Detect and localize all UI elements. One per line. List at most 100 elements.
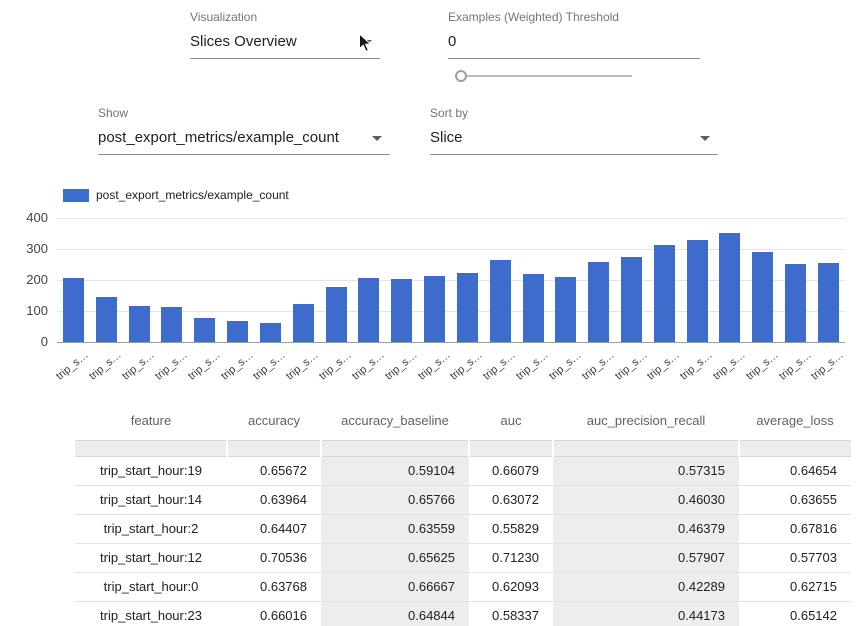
bar[interactable] [523, 274, 544, 342]
chevron-down-icon [372, 136, 382, 141]
bar-slot: trip_s… [582, 218, 615, 342]
bar[interactable] [63, 278, 84, 342]
metric-cell: 0.70536 [227, 543, 321, 572]
metric-cell: 0.57315 [553, 456, 739, 485]
metrics-table: featureaccuracyaccuracy_baselineaucauc_p… [75, 402, 851, 626]
sort-by-dropdown[interactable]: Slice [430, 125, 718, 155]
metric-cell: 0.65625 [321, 543, 469, 572]
metric-cell: 0.57703 [739, 543, 851, 572]
bar[interactable] [785, 264, 806, 342]
metric-cell: 0.65142 [739, 601, 851, 626]
bar-slot: trip_s… [648, 218, 681, 342]
metric-cell: 0.67816 [739, 514, 851, 543]
filter-cell [553, 440, 739, 456]
bar[interactable] [326, 287, 347, 342]
visualization-control: Visualization Slices Overview [190, 10, 380, 59]
table-header-row: featureaccuracyaccuracy_baselineaucauc_p… [75, 402, 851, 440]
feature-cell: trip_start_hour:0 [75, 572, 227, 601]
bar-slot: trip_s… [451, 218, 484, 342]
bar[interactable] [490, 260, 511, 342]
bar[interactable] [96, 297, 117, 342]
bar-slot: trip_s… [254, 218, 287, 342]
bar-slot: trip_s… [221, 218, 254, 342]
column-header[interactable]: auc_precision_recall [553, 402, 739, 440]
y-axis-tick-label: 400 [2, 210, 48, 225]
bar-slot: trip_s… [517, 218, 550, 342]
column-header[interactable]: auc [469, 402, 553, 440]
y-axis: 0100200300400 [2, 218, 48, 342]
table-row: trip_start_hour:00.637680.666670.620930.… [75, 572, 851, 601]
legend-label: post_export_metrics/example_count [96, 188, 289, 202]
metric-cell: 0.42289 [553, 572, 739, 601]
bar[interactable] [129, 306, 150, 342]
bar-slot: trip_s… [155, 218, 188, 342]
visualization-label: Visualization [190, 10, 380, 24]
bar-slot: trip_s… [418, 218, 451, 342]
table-row: trip_start_hour:230.660160.648440.583370… [75, 601, 851, 626]
metric-cell: 0.63768 [227, 572, 321, 601]
bar[interactable] [457, 273, 478, 342]
bar[interactable] [654, 245, 675, 342]
sort-by-value: Slice [430, 129, 463, 146]
bar[interactable] [719, 233, 740, 342]
slider-thumb[interactable] [455, 70, 467, 82]
sort-by-control: Sort by Slice [430, 106, 718, 155]
filter-cell [321, 440, 469, 456]
bar[interactable] [555, 277, 576, 342]
bar[interactable] [687, 240, 708, 342]
metric-cell: 0.64654 [739, 456, 851, 485]
mouse-cursor-icon [358, 33, 373, 54]
bar[interactable] [194, 318, 215, 342]
legend-swatch [63, 189, 89, 202]
filter-cell [469, 440, 553, 456]
bar[interactable] [588, 262, 609, 342]
x-axis-label: trip_s… [783, 349, 846, 404]
bar[interactable] [621, 257, 642, 342]
metric-cell: 0.58337 [469, 601, 553, 626]
metric-cell: 0.46030 [553, 485, 739, 514]
bar[interactable] [752, 252, 773, 342]
bar-slot: trip_s… [287, 218, 320, 342]
metric-cell: 0.65672 [227, 456, 321, 485]
bar[interactable] [293, 304, 314, 342]
column-header[interactable]: accuracy_baseline [321, 402, 469, 440]
bar[interactable] [227, 321, 248, 342]
table-row: trip_start_hour:190.656720.591040.660790… [75, 456, 851, 485]
chart-legend: post_export_metrics/example_count [63, 188, 289, 202]
bar[interactable] [260, 323, 281, 342]
table-row: trip_start_hour:140.639640.657660.630720… [75, 485, 851, 514]
metric-cell: 0.57907 [553, 543, 739, 572]
show-dropdown[interactable]: post_export_metrics/example_count [98, 125, 390, 155]
bar[interactable] [358, 278, 379, 342]
filter-cell [75, 440, 227, 456]
bar-slot: trip_s… [779, 218, 812, 342]
column-header[interactable]: feature [75, 402, 227, 440]
bar[interactable] [424, 276, 445, 342]
metric-cell: 0.63072 [469, 485, 553, 514]
feature-cell: trip_start_hour:2 [75, 514, 227, 543]
threshold-slider[interactable] [455, 69, 632, 83]
visualization-dropdown[interactable]: Slices Overview [190, 29, 380, 59]
table-row: trip_start_hour:120.705360.656250.712300… [75, 543, 851, 572]
y-axis-tick-label: 200 [2, 272, 48, 287]
metric-cell: 0.63964 [227, 485, 321, 514]
filter-cell [227, 440, 321, 456]
column-header[interactable]: average_loss [739, 402, 851, 440]
bar[interactable] [818, 263, 839, 342]
filter-cell [739, 440, 851, 456]
metric-cell: 0.62093 [469, 572, 553, 601]
threshold-input[interactable]: 0 [448, 29, 700, 59]
bar-slot: trip_s… [57, 218, 90, 342]
metric-cell: 0.66016 [227, 601, 321, 626]
metric-cell: 0.55829 [469, 514, 553, 543]
bar[interactable] [161, 307, 182, 342]
bar[interactable] [391, 279, 412, 342]
column-header[interactable]: accuracy [227, 402, 321, 440]
metric-cell: 0.71230 [469, 543, 553, 572]
metric-cell: 0.65766 [321, 485, 469, 514]
bar-slot: trip_s… [123, 218, 156, 342]
table-filter-row [75, 440, 851, 456]
metric-cell: 0.46379 [553, 514, 739, 543]
threshold-label: Examples (Weighted) Threshold [448, 10, 700, 24]
show-control: Show post_export_metrics/example_count [98, 106, 390, 155]
